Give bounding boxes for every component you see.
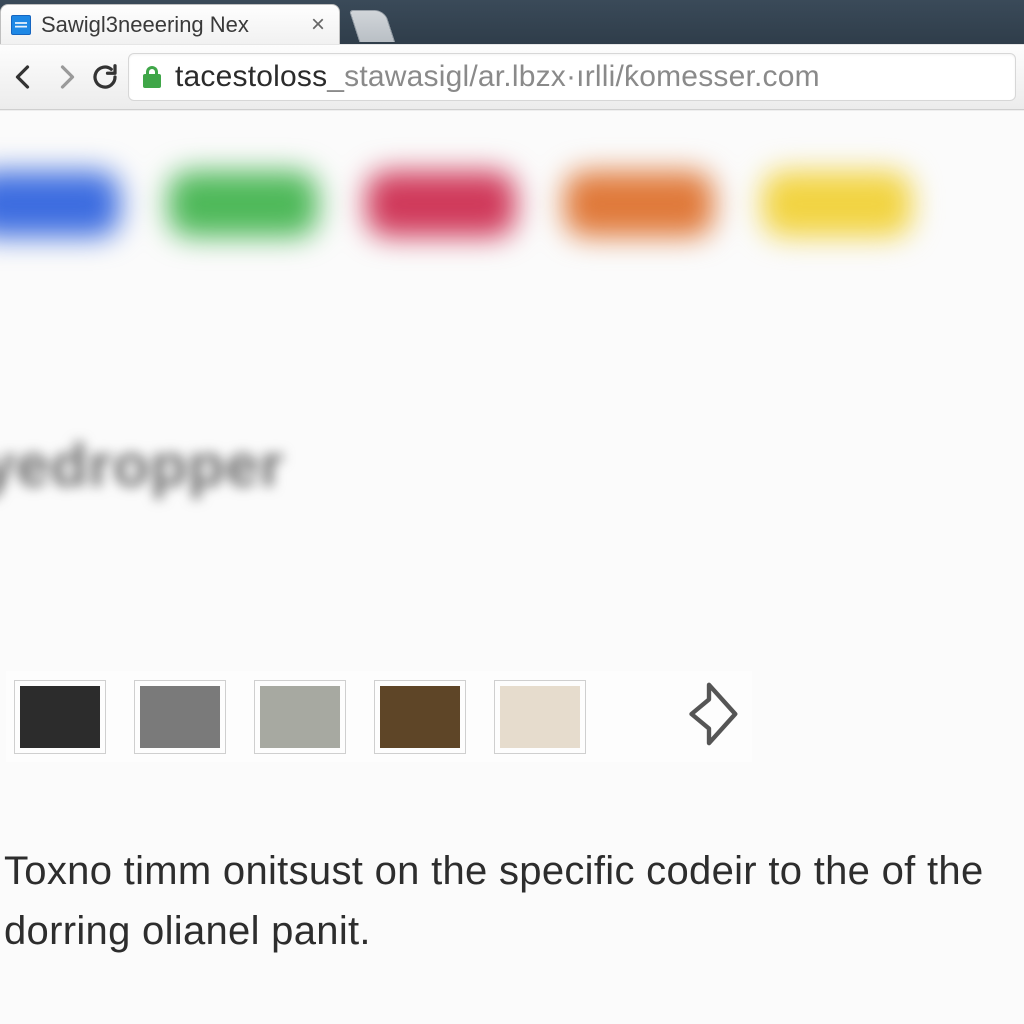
eyedropper-icon[interactable] bbox=[674, 679, 744, 754]
forward-button[interactable] bbox=[48, 53, 82, 101]
browser-toolbar: tacestoloss_stawasigl/ar.lbzx·ırlli/ƙome… bbox=[0, 44, 1024, 110]
color-pill bbox=[366, 171, 516, 237]
color-swatch[interactable] bbox=[494, 680, 586, 754]
reload-button[interactable] bbox=[88, 53, 122, 101]
color-swatch-row bbox=[6, 671, 752, 762]
color-pill bbox=[168, 171, 318, 237]
page-favicon-icon bbox=[11, 15, 31, 35]
lock-icon bbox=[143, 66, 161, 88]
tab-title: Sawigl3neeering Nex bbox=[41, 12, 249, 38]
url-text: tacestoloss_stawasigl/ar.lbzx·ırlli/ƙome… bbox=[175, 60, 820, 94]
browser-tabstrip: Sawigl3neeering Nex × bbox=[0, 0, 1024, 44]
address-bar[interactable]: tacestoloss_stawasigl/ar.lbzx·ırlli/ƙome… bbox=[128, 53, 1016, 101]
color-swatch[interactable] bbox=[254, 680, 346, 754]
color-pill bbox=[564, 171, 714, 237]
page-content: yedropper Toxno timm onitsust on the spe… bbox=[0, 110, 1024, 1024]
close-tab-icon[interactable]: × bbox=[311, 13, 325, 37]
back-button[interactable] bbox=[8, 53, 42, 101]
color-pill bbox=[0, 171, 120, 237]
color-swatch[interactable] bbox=[374, 680, 466, 754]
arrow-right-icon bbox=[50, 62, 80, 92]
color-swatch[interactable] bbox=[14, 680, 106, 754]
color-swatch[interactable] bbox=[134, 680, 226, 754]
blurred-color-pills bbox=[0, 171, 912, 237]
reload-icon bbox=[90, 62, 120, 92]
body-paragraph: Toxno timm onitsust on the specific code… bbox=[4, 841, 1014, 961]
new-tab-button[interactable] bbox=[349, 10, 395, 42]
color-pill bbox=[762, 171, 912, 237]
url-path: _stawasigl/ar.lbzx·ırlli/ƙomesser.com bbox=[327, 60, 820, 93]
url-host: tacestoloss bbox=[175, 60, 327, 93]
blurred-heading: yedropper bbox=[0, 431, 284, 500]
browser-tab-active[interactable]: Sawigl3neeering Nex × bbox=[0, 4, 340, 44]
arrow-left-icon bbox=[10, 62, 40, 92]
